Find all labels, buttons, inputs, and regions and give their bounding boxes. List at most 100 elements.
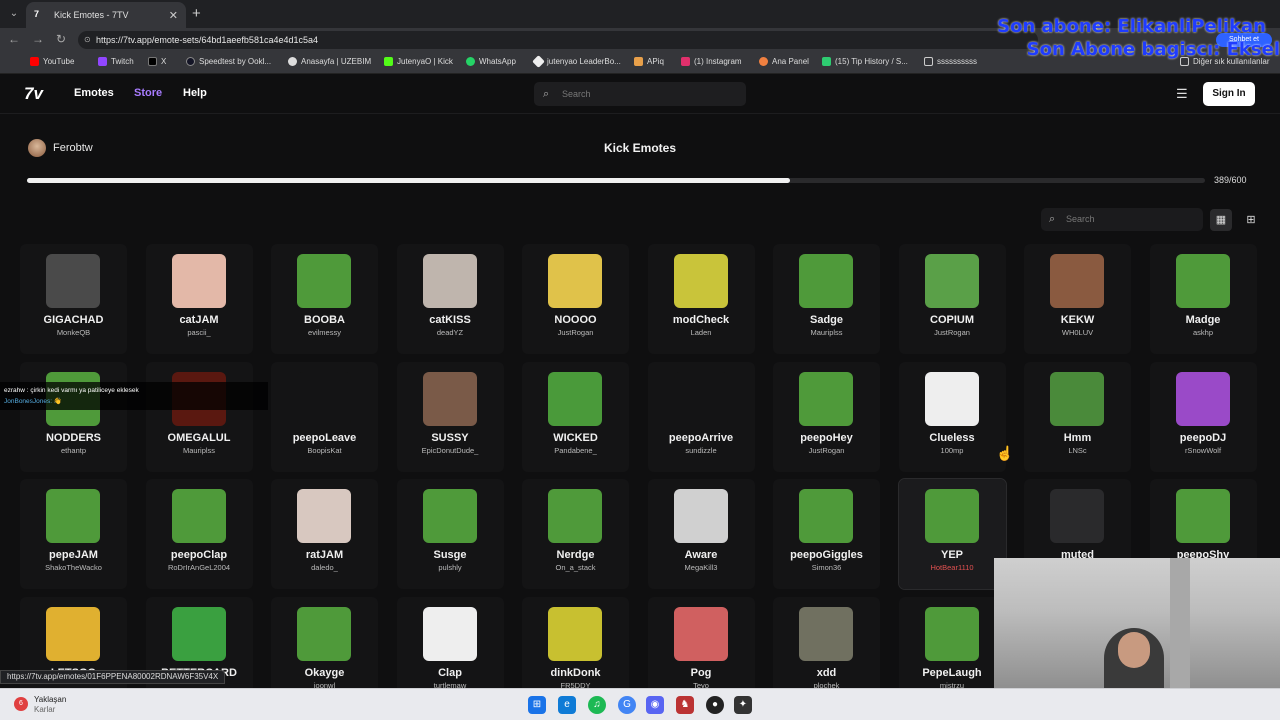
grid-view-small-button[interactable]: ⊞ bbox=[1240, 209, 1262, 231]
reload-icon[interactable]: ↻ bbox=[56, 32, 66, 46]
emote-name: WICKED bbox=[553, 431, 598, 444]
emote-card[interactable]: WICKED Pandabene_ bbox=[522, 361, 629, 472]
emote-card[interactable]: peepoGiggles Simon36 bbox=[773, 479, 880, 589]
emote-card[interactable]: ratJAM daledo_ bbox=[271, 479, 378, 589]
site-info-icon[interactable]: ⊙ bbox=[84, 31, 91, 49]
emote-card[interactable]: peepoClap RoDrIrAnGeL2004 bbox=[145, 479, 253, 589]
emote-image-icon bbox=[799, 254, 853, 308]
emote-card[interactable]: peepoDJ rSnowWolf bbox=[1149, 361, 1257, 472]
twitch-icon bbox=[98, 57, 107, 66]
emote-card[interactable]: BOOBA evilmessy bbox=[271, 244, 378, 354]
grid-view-large-button[interactable]: ▦ bbox=[1210, 209, 1232, 231]
emote-card[interactable]: peepoLeave BoopisKat bbox=[271, 361, 378, 472]
nav-store[interactable]: Store bbox=[134, 87, 162, 99]
7tv-favicon-icon: 7 bbox=[34, 9, 40, 19]
emote-card[interactable]: pepeJAM ShakoTheWacko bbox=[20, 479, 127, 589]
panel-icon bbox=[759, 57, 768, 66]
site-search-input[interactable]: ⌕ Search bbox=[534, 82, 746, 106]
nav-help[interactable]: Help bbox=[183, 87, 207, 99]
emote-card[interactable]: YEP HotBear1110 bbox=[897, 478, 1007, 590]
bookmark-item[interactable]: X bbox=[148, 57, 166, 66]
bookmark-item[interactable]: jutenyao LeaderBo... bbox=[532, 55, 621, 68]
emote-image-icon bbox=[799, 606, 853, 661]
emote-card[interactable]: catJAM pascii_ bbox=[145, 244, 253, 354]
edge-browser-icon[interactable]: e bbox=[558, 696, 576, 714]
spotify-icon[interactable]: ♫ bbox=[588, 696, 606, 714]
emote-name: SUSSY bbox=[431, 431, 469, 444]
emote-card[interactable]: COPIUM JustRogan bbox=[898, 244, 1006, 354]
address-bar[interactable]: ⊙ https://7tv.app/emote-sets/64bd1aeefb5… bbox=[78, 31, 1038, 49]
new-tab-icon[interactable]: + bbox=[192, 5, 201, 22]
emote-image-icon bbox=[1175, 254, 1230, 308]
browser-tab[interactable]: 7 Kick Emotes - 7TV ✕ bbox=[26, 2, 186, 28]
emote-card[interactable]: Nerdge On_a_stack bbox=[522, 479, 629, 589]
chrome-icon[interactable]: G bbox=[618, 696, 636, 714]
weather-widget[interactable]: Yaklaşan Karlar bbox=[34, 695, 66, 715]
emote-card[interactable]: NODDERS ethantp bbox=[20, 361, 127, 472]
emote-card[interactable]: peepoHey JustRogan bbox=[773, 361, 880, 472]
emote-card[interactable]: Susge pulshly bbox=[396, 479, 504, 589]
emote-card[interactable]: Aware MegaKill3 bbox=[647, 479, 755, 589]
hamburger-menu-icon[interactable]: ☰ bbox=[1176, 86, 1188, 102]
bookmark-item[interactable]: Ana Panel bbox=[759, 57, 809, 66]
emote-image-icon bbox=[171, 606, 226, 661]
bookmark-item[interactable]: JutenyaO | Kick bbox=[384, 57, 453, 66]
emote-name: Pog bbox=[690, 666, 712, 679]
bookmark-item[interactable]: ssssssssss bbox=[924, 57, 977, 66]
emote-owner: ShakoTheWacko bbox=[45, 563, 102, 572]
emote-image-icon bbox=[548, 254, 602, 308]
forward-icon[interactable]: → bbox=[32, 32, 44, 46]
emote-owner: sundizzle bbox=[685, 445, 717, 455]
close-tab-icon[interactable]: ✕ bbox=[169, 9, 178, 22]
tab-list-chevron-icon[interactable]: ⌄ bbox=[6, 6, 22, 22]
emote-card[interactable]: Madge askhp bbox=[1149, 244, 1257, 354]
start-windows-icon[interactable]: ⊞ bbox=[528, 696, 546, 714]
site-header: 7v Emotes Store Help ⌕ Search ☰ Sign In bbox=[0, 74, 1280, 114]
emote-card[interactable]: modCheck Laden bbox=[647, 244, 755, 354]
app-icon[interactable]: ✦ bbox=[734, 696, 752, 714]
emote-card[interactable]: GIGACHAD MonkeQB bbox=[20, 244, 127, 354]
bookmark-item[interactable]: YouTube bbox=[30, 57, 74, 66]
bookmark-item[interactable]: APiq bbox=[634, 57, 664, 66]
set-owner[interactable]: Ferobtw bbox=[28, 139, 93, 157]
sign-in-button[interactable]: Sign In bbox=[1203, 82, 1255, 106]
obs-icon[interactable]: ● bbox=[706, 696, 724, 714]
emote-image-icon bbox=[46, 606, 100, 661]
app-icon[interactable]: ♞ bbox=[676, 696, 694, 714]
emote-card[interactable]: Sadge Mauriplss bbox=[773, 244, 880, 354]
emote-card[interactable]: SUSSY EpicDonutDude_ bbox=[396, 361, 504, 472]
emote-card[interactable]: NOOOO JustRogan bbox=[522, 244, 629, 354]
emote-image-icon bbox=[46, 489, 100, 543]
bookmark-item[interactable]: WhatsApp bbox=[466, 57, 516, 66]
emote-search-input[interactable]: ⌕ Search bbox=[1041, 208, 1203, 231]
emote-image-icon bbox=[673, 489, 728, 543]
door-frame bbox=[1170, 558, 1190, 688]
stream-overlay-last-gifter: Son Abone bagiscı: Eksel bbox=[1026, 39, 1280, 60]
emote-name: BOOBA bbox=[304, 314, 345, 326]
emote-name: ratJAM bbox=[305, 549, 344, 561]
bookmark-item[interactable]: (1) Instagram bbox=[681, 57, 742, 66]
bookmark-item[interactable]: Twitch bbox=[98, 57, 134, 66]
emote-image-icon bbox=[171, 489, 226, 543]
discord-icon[interactable]: ◉ bbox=[646, 696, 664, 714]
nav-emotes[interactable]: Emotes bbox=[74, 87, 114, 99]
emote-name: peepoGiggles bbox=[790, 549, 863, 561]
emote-card[interactable]: KEKW WH0LUV bbox=[1024, 244, 1131, 354]
chat-message: ezrahw : çirkin kedi varmı ya patiliceye… bbox=[4, 387, 139, 394]
weather-badge[interactable]: 6 bbox=[14, 697, 28, 711]
emote-card[interactable]: Hmm LNSc bbox=[1024, 361, 1131, 472]
emote-card[interactable]: Clueless 100mp bbox=[898, 361, 1006, 472]
bookmark-item[interactable]: Anasayfa | UZEBIM bbox=[288, 57, 371, 66]
bookmark-item[interactable]: Speedtest by Ookl... bbox=[186, 57, 271, 66]
stream-chat-overlay: ezrahw : çirkin kedi varmı ya patiliceye… bbox=[0, 382, 268, 410]
bookmark-item[interactable]: (15) Tip History / S... bbox=[822, 57, 908, 66]
emote-search-placeholder: Search bbox=[1066, 214, 1095, 224]
emote-card[interactable]: peepoArrive sundizzle bbox=[647, 361, 755, 472]
emote-card[interactable]: catKISS deadYZ bbox=[396, 244, 504, 354]
weather-title: Yaklaşan bbox=[34, 695, 67, 704]
back-icon[interactable]: ← bbox=[8, 32, 20, 46]
leaderboard-icon bbox=[532, 55, 545, 68]
7tv-logo[interactable]: 7v bbox=[24, 84, 43, 104]
emote-card[interactable]: OMEGALUL Mauriplss bbox=[145, 361, 253, 472]
avatar bbox=[28, 139, 46, 157]
